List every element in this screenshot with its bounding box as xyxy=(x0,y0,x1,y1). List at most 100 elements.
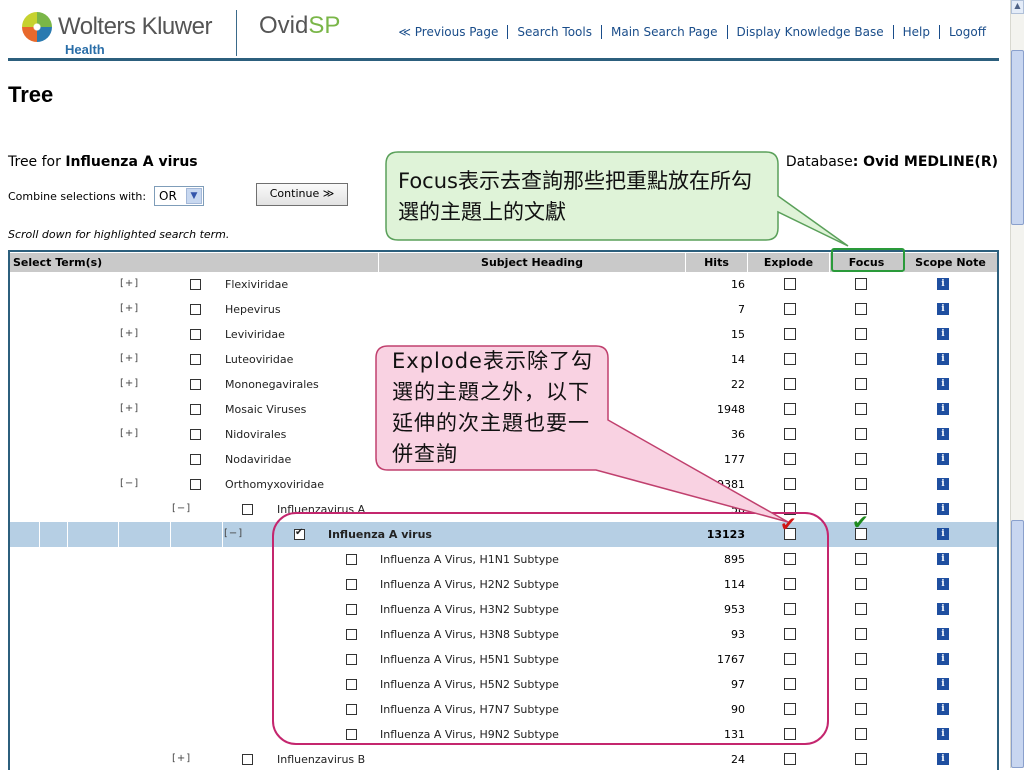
scope-note-info-icon[interactable]: i xyxy=(937,428,949,440)
scope-note-info-icon[interactable]: i xyxy=(937,328,949,340)
scope-note-info-icon[interactable]: i xyxy=(937,678,949,690)
explode-checkbox[interactable] xyxy=(784,453,796,465)
scope-note-info-icon[interactable]: i xyxy=(937,478,949,490)
scope-note-info-icon[interactable]: i xyxy=(937,528,949,540)
focus-checkbox[interactable] xyxy=(855,653,867,665)
subject-heading-link[interactable]: Nodaviridae xyxy=(225,453,291,466)
subject-heading-link[interactable]: Mononegavirales xyxy=(225,378,319,391)
subject-heading-link[interactable]: Flexiviridae xyxy=(225,278,288,291)
explode-checkbox[interactable] xyxy=(784,278,796,290)
tree-toggle[interactable]: [+] xyxy=(120,328,139,339)
select-term-checkbox[interactable] xyxy=(190,454,201,465)
scope-note-info-icon[interactable]: i xyxy=(937,603,949,615)
select-term-checkbox[interactable] xyxy=(190,429,201,440)
tree-toggle[interactable]: [+] xyxy=(120,403,139,414)
scope-note-info-icon[interactable]: i xyxy=(937,453,949,465)
hits-count: 36 xyxy=(731,428,745,441)
subject-heading-link[interactable]: Leviviridae xyxy=(225,328,285,341)
scope-note-info-icon[interactable]: i xyxy=(937,503,949,515)
scroll-note: Scroll down for highlighted search term. xyxy=(8,228,230,241)
subject-heading-link[interactable]: Nidovirales xyxy=(225,428,286,441)
subject-heading-link[interactable]: Luteoviridae xyxy=(225,353,293,366)
nav-display-knowledge-base[interactable]: Display Knowledge Base xyxy=(728,25,894,39)
select-term-checkbox[interactable] xyxy=(190,279,201,290)
explode-checkbox[interactable] xyxy=(784,428,796,440)
select-term-checkbox[interactable] xyxy=(190,379,201,390)
explode-checkbox[interactable] xyxy=(784,753,796,765)
scope-note-info-icon[interactable]: i xyxy=(937,353,949,365)
focus-checkbox[interactable] xyxy=(855,603,867,615)
focus-checkbox[interactable] xyxy=(855,678,867,690)
tree-toggle[interactable]: [+] xyxy=(120,278,139,289)
wolters-kluwer-logo-icon xyxy=(22,12,52,42)
focus-checkbox[interactable] xyxy=(855,378,867,390)
tree-toggle[interactable]: [+] xyxy=(120,428,139,439)
explode-checkbox[interactable] xyxy=(784,353,796,365)
focus-checkbox[interactable] xyxy=(855,628,867,640)
focus-checkbox[interactable] xyxy=(855,328,867,340)
select-term-checkbox[interactable] xyxy=(242,504,253,515)
scope-note-info-icon[interactable]: i xyxy=(937,703,949,715)
focus-checkbox[interactable] xyxy=(855,578,867,590)
scrollbar-thumb[interactable] xyxy=(1011,520,1024,768)
explode-checkbox[interactable] xyxy=(784,478,796,490)
focus-checkbox[interactable] xyxy=(855,753,867,765)
focus-checkbox[interactable] xyxy=(855,303,867,315)
select-term-checkbox[interactable] xyxy=(190,404,201,415)
select-term-checkbox[interactable] xyxy=(190,304,201,315)
scrollbar-track-upper[interactable] xyxy=(1011,50,1024,225)
tree-toggle[interactable]: [+] xyxy=(120,303,139,314)
tree-toggle[interactable]: [−] xyxy=(172,503,191,514)
nav-previous-page[interactable]: ≪ Previous Page xyxy=(389,25,509,39)
explode-checkbox[interactable] xyxy=(784,303,796,315)
tree-toggle[interactable]: [+] xyxy=(172,753,191,764)
tree-toggle[interactable]: [−] xyxy=(120,478,139,489)
combine-select[interactable]: OR ▼ xyxy=(154,186,204,206)
focus-checkbox[interactable] xyxy=(855,728,867,740)
subject-heading-link[interactable]: Mosaic Viruses xyxy=(225,403,306,416)
select-term-checkbox[interactable] xyxy=(190,329,201,340)
scope-note-info-icon[interactable]: i xyxy=(937,378,949,390)
explode-checkbox[interactable] xyxy=(784,328,796,340)
tree-toggle[interactable]: [+] xyxy=(120,353,139,364)
nav-logoff[interactable]: Logoff xyxy=(940,25,986,39)
nav-search-tools[interactable]: Search Tools xyxy=(508,25,602,39)
row-cell-divider xyxy=(39,522,40,547)
brand-sub: Health xyxy=(65,42,105,57)
select-term-checkbox[interactable] xyxy=(190,354,201,365)
subject-heading-link[interactable]: Hepevirus xyxy=(225,303,281,316)
scope-note-info-icon[interactable]: i xyxy=(937,578,949,590)
focus-checkbox[interactable] xyxy=(855,428,867,440)
tree-toggle[interactable]: [+] xyxy=(120,378,139,389)
nav-help[interactable]: Help xyxy=(894,25,940,39)
focus-checkbox[interactable] xyxy=(855,403,867,415)
tree-toggle[interactable]: [−] xyxy=(224,528,243,539)
select-term-checkbox[interactable] xyxy=(242,754,253,765)
focus-checkbox[interactable] xyxy=(855,353,867,365)
select-term-checkbox[interactable] xyxy=(190,479,201,490)
subject-heading-link[interactable]: Influenzavirus B xyxy=(277,753,365,766)
explode-checkbox[interactable] xyxy=(784,378,796,390)
focus-checkbox[interactable] xyxy=(855,478,867,490)
tree-for-prefix: Tree for xyxy=(8,154,66,170)
scope-note-info-icon[interactable]: i xyxy=(937,278,949,290)
nav-main-search-page[interactable]: Main Search Page xyxy=(602,25,728,39)
focus-checkbox[interactable] xyxy=(855,453,867,465)
focus-checkbox[interactable] xyxy=(855,278,867,290)
subject-heading-link[interactable]: Orthomyxoviridae xyxy=(225,478,324,491)
focus-checkbox[interactable] xyxy=(855,553,867,565)
scope-note-info-icon[interactable]: i xyxy=(937,553,949,565)
scope-note-info-icon[interactable]: i xyxy=(937,303,949,315)
scroll-up-icon[interactable]: ▲ xyxy=(1011,0,1024,14)
database-prefix: Database xyxy=(785,154,853,170)
col-explode: Explode xyxy=(748,253,830,272)
scope-note-info-icon[interactable]: i xyxy=(937,753,949,765)
continue-button[interactable]: Continue ≫ xyxy=(256,183,348,206)
explode-checkbox[interactable] xyxy=(784,403,796,415)
scope-note-info-icon[interactable]: i xyxy=(937,628,949,640)
scope-note-info-icon[interactable]: i xyxy=(937,653,949,665)
chevron-down-icon[interactable]: ▼ xyxy=(186,188,202,204)
scope-note-info-icon[interactable]: i xyxy=(937,728,949,740)
scope-note-info-icon[interactable]: i xyxy=(937,403,949,415)
focus-checkbox[interactable] xyxy=(855,703,867,715)
